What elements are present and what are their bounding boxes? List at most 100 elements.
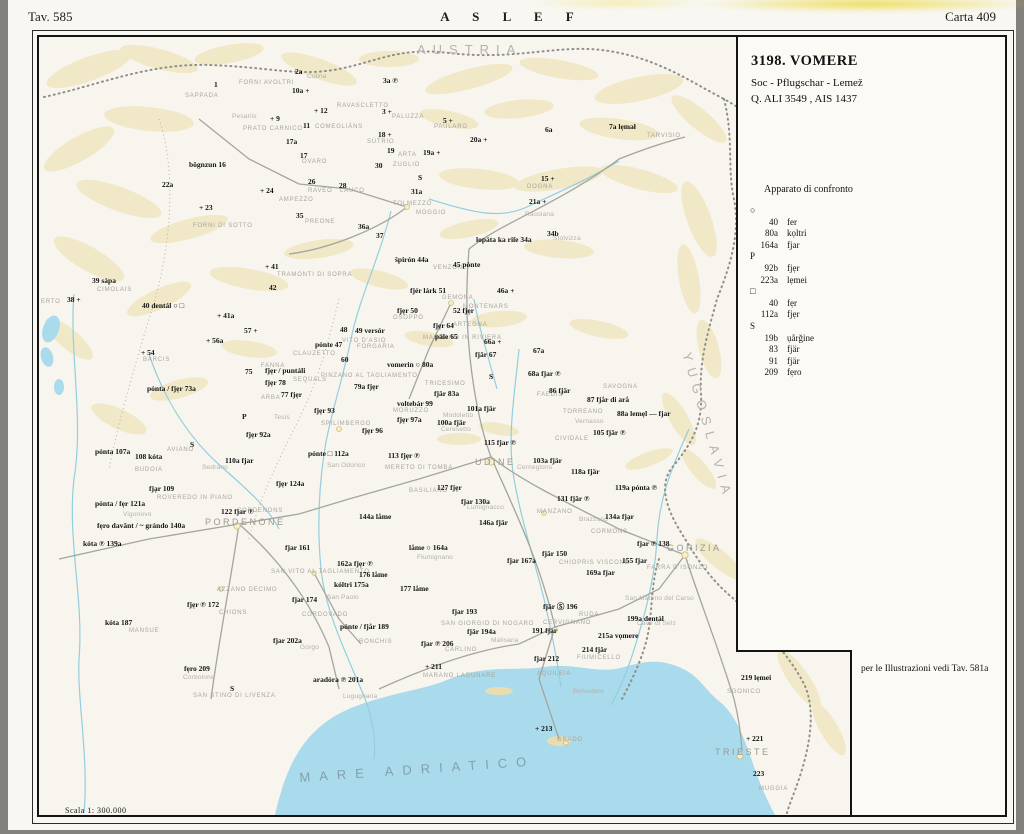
map-point-label: + 56a (206, 336, 224, 345)
apparato-symbol: P (750, 251, 756, 262)
map-point-label: 155 fjar (622, 556, 648, 565)
map-point-label: pónte 47 (315, 340, 343, 349)
map-point-label: + 41a (217, 311, 235, 320)
apparato-point-number: 91 (769, 355, 778, 366)
map-point-label: voltebár 99 (397, 399, 433, 408)
map-point-label: 176 låme (359, 570, 388, 579)
map-point-label: 7a lẹmał (609, 122, 636, 131)
map-place-label: PALUZZA (392, 114, 425, 120)
map-place-label: RUDA (579, 612, 600, 618)
map-subtitle-translations: Soc - Pflugschar - Lemež (751, 77, 863, 89)
apparato-dialect-form: fẹr (787, 297, 797, 308)
apparato-dialect-form: fjẹr (787, 262, 800, 273)
legend-panel: 3198. VOMERE Soc - Pflugschar - Lemež Q.… (736, 37, 1005, 652)
map-point-label: fẹro 209 (184, 664, 210, 673)
map-place-label: PORDENONE (205, 517, 286, 527)
map-place-label: PRATO CARNICO (243, 126, 303, 132)
map-point-label: kóta ℗ 139a (83, 539, 122, 548)
map-point-label: fjar 167a (507, 556, 536, 565)
apparato-point-number: 40 (769, 216, 778, 227)
map-point-label: 101a fjär (467, 404, 496, 413)
map-point-label: fjär 194a (467, 627, 496, 636)
scan-smudge (528, 0, 708, 9)
map-place-label: RAVEO (308, 188, 333, 194)
map-point-label: S (489, 372, 494, 381)
map-point-label: 162a fjẹr ℗ (337, 559, 373, 568)
map-point-label: 77 fjẹr (281, 390, 303, 399)
map-place-label: FORNI AVOLTRI (239, 80, 295, 86)
map-point-label: + 24 (260, 186, 274, 195)
map-point-label: 3a ℗ (383, 76, 398, 85)
map-place-label: Sedrano (202, 464, 228, 471)
map-point-label: 52 fjẹr (453, 306, 475, 315)
map-point-label: 66a + (484, 337, 502, 346)
map-place-label: Cerneglons (517, 464, 553, 471)
map-point-label: fjẹr ℗ 172 (187, 600, 220, 609)
map-place-label: Malisana (491, 637, 519, 644)
apparato-dialect-form: fjär (787, 344, 800, 355)
apparato-symbol: □ (750, 286, 756, 297)
map-point-label: 134a fjạr (605, 512, 634, 521)
map-place-label: Brazzano (579, 516, 609, 523)
map-place-label: CIVIDALE (555, 436, 589, 442)
map-point-label: 113 fjẹr ℗ (388, 451, 420, 460)
map-point-label: 40 dentál ○ □ (142, 301, 185, 310)
map-point-label: 26 (308, 177, 316, 186)
map-place-label: Belvedere (573, 688, 605, 695)
road-lines (58, 118, 743, 752)
map-place-label: TRICESIMO (425, 381, 466, 387)
map-point-label: + 221 (746, 734, 764, 743)
apparato-point-number: 40 (769, 297, 778, 308)
map-point-label: 15 + (541, 174, 555, 183)
map-region-label: AUSTRIA (417, 42, 523, 57)
illustrations-note-panel: per le Illustrazioni vedi Tav. 581a (850, 650, 1005, 815)
apparato-point-number: 164a (760, 239, 779, 250)
map-point-label: fjar ℗ 138 (637, 539, 670, 548)
map-point-label: 20a + (470, 135, 488, 144)
apparato-point-number: 83 (769, 344, 778, 355)
map-point-label: 2a (295, 67, 303, 76)
map-place-label: OSOPPO (393, 315, 424, 321)
map-point-label: 3 + (382, 107, 392, 116)
map-place-label: ARTA (398, 152, 417, 158)
map-point-label: 37 (376, 231, 384, 240)
map-point-label: 11 (303, 121, 311, 130)
map-place-label: CORMONS (591, 529, 628, 535)
map-point-label: fjẹr 124a (276, 479, 305, 488)
map-place-label: MANSUE (129, 628, 160, 634)
map-point-label: 88a lemẹl — fjar (617, 409, 671, 418)
map-place-label: FIUMICELLO (577, 655, 622, 661)
map-point-label: pónta / fẹr 121a (95, 499, 146, 508)
apparato-dialect-form: lẹmei (787, 274, 807, 285)
map-point-label: fjär 83a (434, 389, 460, 398)
map-place-label: ARBA (261, 395, 281, 401)
map-point-label: 17a (286, 137, 298, 146)
map-place-label: MERETO DI TOMBA (385, 465, 454, 471)
map-point-label: 131 fjär ℗ (557, 494, 590, 503)
map-place-label: Colina (307, 73, 327, 80)
map-point-label: 191 fjar (532, 626, 558, 635)
apparato-dialect-form: fjẹr (787, 309, 800, 320)
map-place-label: TOLMEZZO (393, 201, 432, 207)
apparato-point-number: 19b (764, 332, 779, 343)
map-point-label: fjẹr 93 (314, 406, 335, 415)
apparato-entry-row: 112a fjẹr (750, 309, 814, 321)
map-point-label: 31a (411, 187, 423, 196)
map-point-label: S (190, 440, 195, 449)
map-point-label: 38 + (67, 295, 81, 304)
map-point-label: ŝpirón 44a (395, 255, 429, 264)
map-place-label: PREONE (305, 219, 336, 225)
map-point-label: 22a (162, 180, 174, 189)
map-place-label: Lugugnana (343, 693, 378, 700)
atlas-sheet: Tav. 585 A S L E F Carta 409 3198. VOMER… (8, 0, 1024, 830)
map-point-label: 75 (245, 367, 253, 376)
map-point-label: 17 (300, 151, 308, 160)
map-place-label: AQUILEIA (537, 671, 572, 677)
map-place-label: TRAMONTI DI SOPRA (277, 272, 353, 278)
map-point-label: fjar 202a (273, 636, 302, 645)
map-point-label: låme ○ 164a (409, 543, 448, 552)
map-point-label: fjẹr 78 (265, 378, 286, 387)
map-point-label: + 12 (314, 106, 328, 115)
map-point-label: 19 (387, 146, 395, 155)
map-point-label: 119a pónta ℗ (615, 483, 658, 492)
